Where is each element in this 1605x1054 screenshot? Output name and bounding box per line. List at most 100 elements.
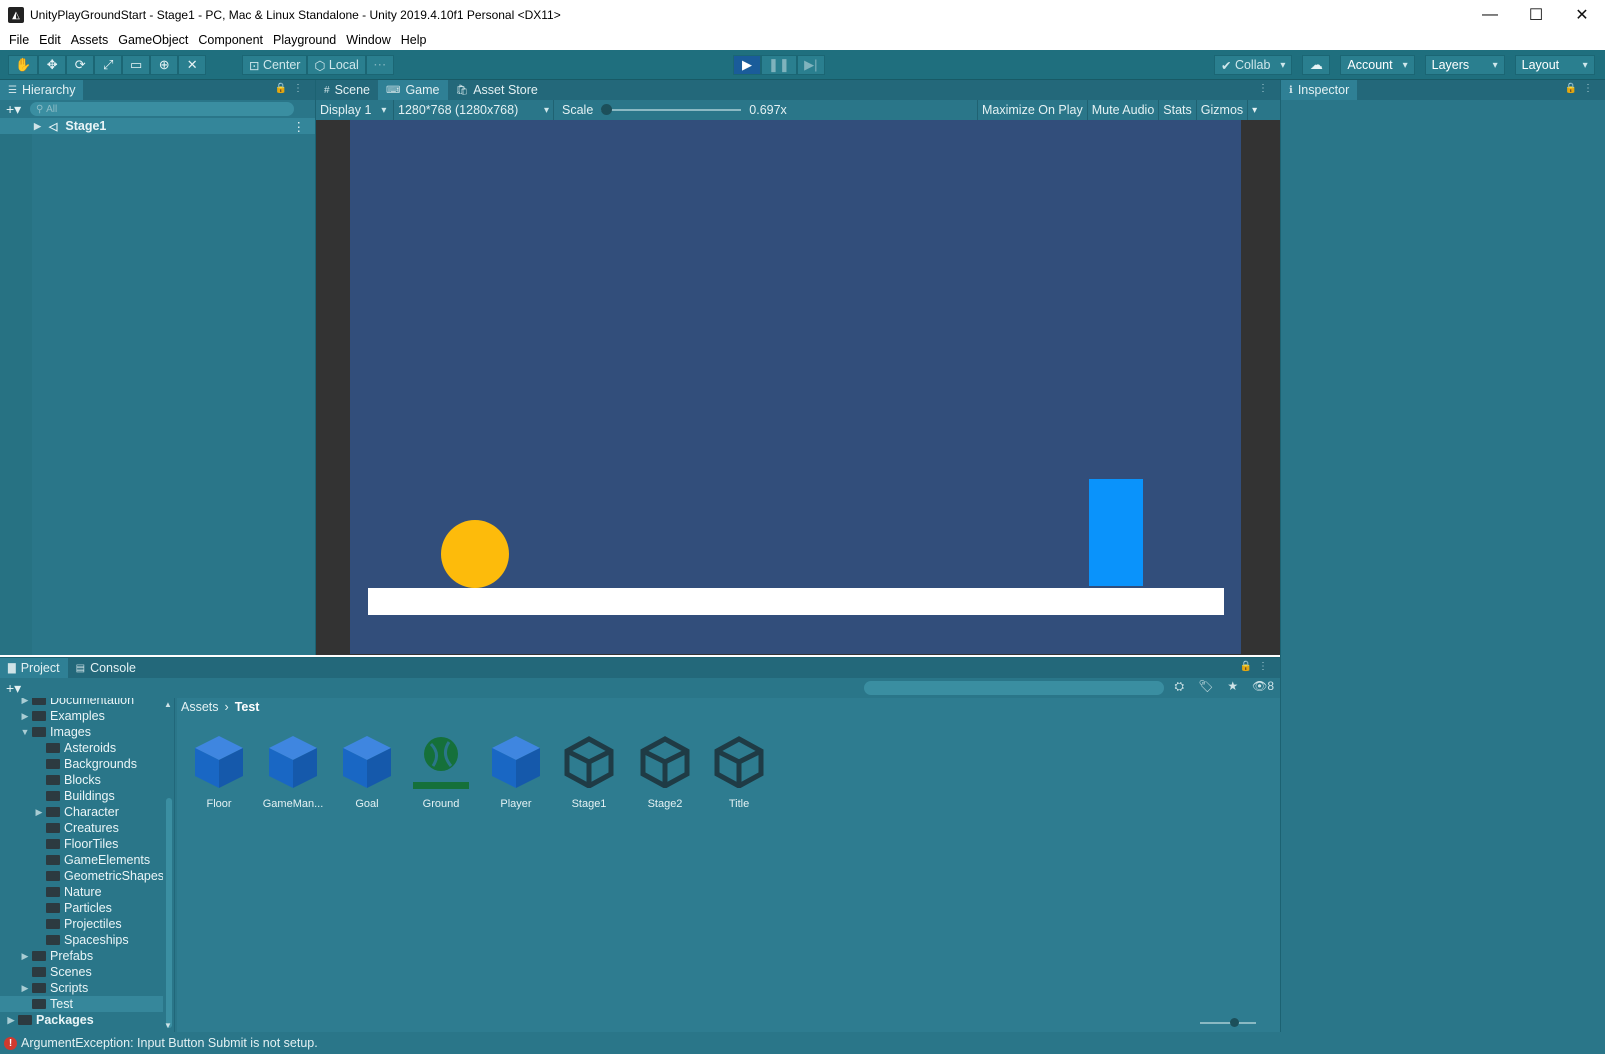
- tab-game[interactable]: ⌨ Game: [378, 80, 448, 100]
- breadcrumb-test[interactable]: Test: [235, 700, 260, 714]
- resolution-dropdown[interactable]: 1280*768 (1280x768): [394, 100, 554, 120]
- cloud-button[interactable]: ☁: [1302, 55, 1331, 75]
- menu-file[interactable]: File: [4, 33, 34, 47]
- hand-tool-icon[interactable]: ✋: [8, 55, 39, 75]
- gizmos-dropdown-arrow-icon[interactable]: ▾: [1248, 100, 1261, 120]
- move-tool-icon[interactable]: ✥: [38, 55, 67, 75]
- asset-item[interactable]: Floor: [181, 734, 257, 810]
- folder-tree-item[interactable]: Particles: [0, 900, 168, 916]
- create-plus-icon[interactable]: +▾: [0, 101, 30, 118]
- hidden-packages-eye-icon[interactable]: 👁8: [1252, 679, 1274, 694]
- tree-expand-arrow-icon[interactable]: ▼: [18, 727, 32, 737]
- asset-item[interactable]: GameMan...: [255, 734, 331, 810]
- project-create-plus-icon[interactable]: +▾: [0, 680, 30, 697]
- menu-help[interactable]: Help: [396, 33, 432, 47]
- asset-item[interactable]: Stage1: [551, 734, 627, 810]
- custom-tool-icon[interactable]: ✕: [178, 55, 207, 75]
- inspector-lock-menu-icon[interactable]: 🔒⋮: [1565, 83, 1599, 94]
- layers-dropdown[interactable]: Layers: [1424, 55, 1505, 75]
- tab-asset-store[interactable]: 🛍 Asset Store: [448, 80, 546, 100]
- folder-tree-item[interactable]: Scenes: [0, 964, 168, 980]
- menu-component[interactable]: Component: [193, 33, 268, 47]
- rotate-tool-icon[interactable]: ⟳: [66, 55, 95, 75]
- tree-expand-arrow-icon[interactable]: ▶: [18, 698, 32, 706]
- folder-tree-item[interactable]: ▶ Prefabs: [0, 948, 168, 964]
- folder-tree-item[interactable]: ▶ Documentation: [0, 698, 168, 708]
- hierarchy-search-input[interactable]: ⚲ All: [30, 102, 294, 116]
- folder-tree-item[interactable]: ▼ Images: [0, 724, 168, 740]
- folder-tree-item[interactable]: FloorTiles: [0, 836, 168, 852]
- folder-tree-item[interactable]: Test: [0, 996, 168, 1012]
- asset-item[interactable]: Player: [478, 734, 554, 810]
- folder-tree-item[interactable]: Nature: [0, 884, 168, 900]
- menu-playground[interactable]: Playground: [268, 33, 341, 47]
- tree-scrollbar[interactable]: ▲ ▼: [163, 698, 175, 1032]
- tree-expand-arrow-icon[interactable]: ▶: [18, 711, 32, 722]
- mute-audio-toggle[interactable]: Mute Audio: [1088, 100, 1160, 120]
- scale-tool-icon[interactable]: ⤢: [94, 55, 123, 75]
- scroll-down-icon[interactable]: ▼: [164, 1021, 172, 1030]
- tab-inspector[interactable]: ℹ Inspector: [1281, 80, 1358, 100]
- close-button[interactable]: ✕: [1559, 0, 1605, 30]
- asset-item[interactable]: Ground: [403, 734, 479, 810]
- gizmos-toggle[interactable]: Gizmos: [1197, 100, 1249, 120]
- tree-expand-arrow-icon[interactable]: ▶: [18, 951, 32, 962]
- minimize-button[interactable]: —: [1467, 0, 1513, 30]
- snap-grid-icon[interactable]: ⋯: [365, 55, 394, 75]
- asset-item[interactable]: Stage2: [627, 734, 703, 810]
- tree-expand-arrow-icon[interactable]: ▶: [4, 1015, 18, 1026]
- status-bar[interactable]: ! ArgumentException: Input Button Submit…: [0, 1032, 1605, 1054]
- folder-tree-item[interactable]: GameElements: [0, 852, 168, 868]
- folder-tree-item[interactable]: Creatures: [0, 820, 168, 836]
- folder-tree-item[interactable]: ▶ Examples: [0, 708, 168, 724]
- folder-tree-item[interactable]: GeometricShapes: [0, 868, 168, 884]
- filter-by-type-icon[interactable]: ⛭: [1174, 679, 1184, 694]
- menu-window[interactable]: Window: [341, 33, 395, 47]
- icon-size-slider[interactable]: [1200, 1018, 1256, 1027]
- folder-tree-item[interactable]: Backgrounds: [0, 756, 168, 772]
- tab-scene[interactable]: # Scene: [316, 80, 378, 100]
- game-viewport[interactable]: [316, 120, 1280, 655]
- folder-tree-item[interactable]: Asteroids: [0, 740, 168, 756]
- folder-tree-item[interactable]: Buildings: [0, 788, 168, 804]
- layout-dropdown[interactable]: Layout: [1514, 55, 1595, 75]
- tree-expand-arrow-icon[interactable]: ▶: [18, 983, 32, 994]
- filter-by-label-icon[interactable]: 🏷: [1198, 679, 1213, 694]
- maximize-button[interactable]: ☐: [1513, 0, 1559, 30]
- folder-tree-item[interactable]: Blocks: [0, 772, 168, 788]
- hierarchy-item-stage1[interactable]: ▶ ◁ Stage1 ⋮: [0, 118, 315, 134]
- play-button[interactable]: ▶: [733, 55, 761, 75]
- collab-dropdown[interactable]: ✔ Collab: [1214, 55, 1293, 75]
- tab-console[interactable]: ▤ Console: [68, 658, 144, 678]
- rect-tool-icon[interactable]: ▭: [122, 55, 151, 75]
- folder-tree-item[interactable]: ▶ Packages: [0, 1012, 168, 1028]
- breadcrumb-assets[interactable]: Assets: [181, 700, 219, 714]
- favorite-star-icon[interactable]: ★: [1227, 679, 1238, 694]
- pivot-local-button[interactable]: ⬡ Local: [307, 55, 366, 75]
- asset-item[interactable]: Goal: [329, 734, 405, 810]
- maximize-on-play-toggle[interactable]: Maximize On Play: [978, 100, 1088, 120]
- transform-tool-icon[interactable]: ⊕: [150, 55, 179, 75]
- account-dropdown[interactable]: Account: [1340, 55, 1415, 75]
- folder-tree-item[interactable]: Projectiles: [0, 916, 168, 932]
- tab-project[interactable]: ▇ Project: [0, 658, 68, 678]
- folder-tree-item[interactable]: ▶ Scripts: [0, 980, 168, 996]
- pivot-center-button[interactable]: ⊡ Center: [242, 55, 308, 75]
- pause-button[interactable]: ❚❚: [761, 55, 797, 75]
- scale-slider[interactable]: [601, 104, 742, 115]
- scene-menu-icon[interactable]: ⋮: [293, 119, 306, 134]
- tree-expand-arrow-icon[interactable]: ▶: [32, 807, 46, 818]
- display-dropdown[interactable]: Display 1: [316, 100, 394, 120]
- menu-gameobject[interactable]: GameObject: [113, 33, 193, 47]
- project-lock-menu-icon[interactable]: 🔒⋮: [1240, 661, 1274, 672]
- menu-edit[interactable]: Edit: [34, 33, 66, 47]
- scroll-up-icon[interactable]: ▲: [164, 700, 172, 709]
- step-button[interactable]: ▶|: [796, 55, 825, 75]
- project-search-input[interactable]: [864, 681, 1164, 695]
- tree-scrollbar-thumb[interactable]: [166, 798, 172, 1028]
- folder-tree-item[interactable]: ▶ Character: [0, 804, 168, 820]
- panel-menu-icon[interactable]: ⋮: [1258, 83, 1274, 94]
- asset-item[interactable]: Title: [701, 734, 777, 810]
- menu-assets[interactable]: Assets: [66, 33, 114, 47]
- folder-tree-item[interactable]: Spaceships: [0, 932, 168, 948]
